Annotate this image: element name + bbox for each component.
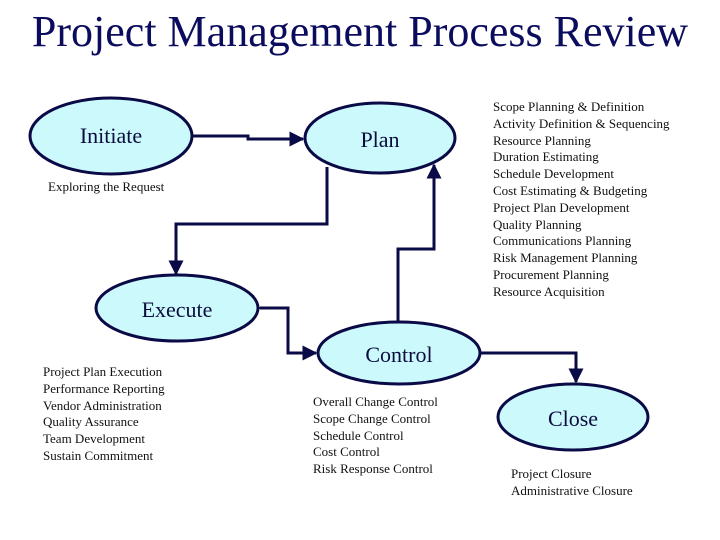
plan-item: Resource Acquisition [493,283,605,299]
control-item: Overall Change Control [313,394,438,409]
control-item: Risk Response Control [313,461,433,477]
node-close: Close [496,382,650,452]
plan-item: Activity Definition & Sequencing [493,115,670,131]
plan-item: Cost Estimating & Budgeting [493,182,648,198]
plan-item: Procurement Planning [493,266,609,282]
node-execute-label: Execute [142,297,213,322]
plan-item: Risk Management Planning [493,250,638,266]
plan-item: Duration Estimating [493,149,599,165]
connector-initiate-to-plan [192,131,305,147]
execute-item: Project Plan Execution [43,364,163,379]
execute-item: Performance Reporting [43,380,165,396]
close-item: Administrative Closure [511,482,633,498]
connector-execute-control [246,300,318,361]
node-execute: Execute [94,273,260,343]
node-initiate: Initiate [28,96,194,176]
plan-item: Scope Planning & Definition [493,99,645,114]
execute-activity-list: Project Plan Execution Performance Repor… [43,364,165,465]
node-control: Control [316,320,482,386]
node-plan-label: Plan [360,127,399,152]
plan-item: Project Plan Development [493,199,630,215]
execute-item: Vendor Administration [43,397,162,413]
close-item: Project Closure [511,466,592,481]
connector-control-to-close [481,351,584,384]
execute-item: Team Development [43,431,145,447]
control-item: Scope Change Control [313,410,431,426]
control-activity-list: Overall Change Control Scope Change Cont… [313,394,438,478]
close-activity-list: Project Closure Administrative Closure [511,466,633,500]
control-item: Schedule Control [313,427,404,443]
initiate-caption: Exploring the Request [48,179,165,194]
plan-item: Quality Planning [493,216,582,232]
node-control-label: Control [365,342,432,367]
execute-item: Sustain Commitment [43,447,154,463]
node-close-label: Close [548,406,598,431]
plan-item: Schedule Development [493,166,614,182]
plan-item: Resource Planning [493,132,591,148]
control-item: Cost Control [313,444,380,460]
connector-control-to-plan [396,163,442,323]
node-plan: Plan [303,101,457,175]
plan-item: Communications Planning [493,233,632,249]
node-initiate-label: Initiate [80,123,142,148]
connector-plan-to-execute [168,167,329,276]
plan-activity-list: Scope Planning & Definition Activity Def… [493,99,670,301]
execute-item: Quality Assurance [43,414,139,430]
